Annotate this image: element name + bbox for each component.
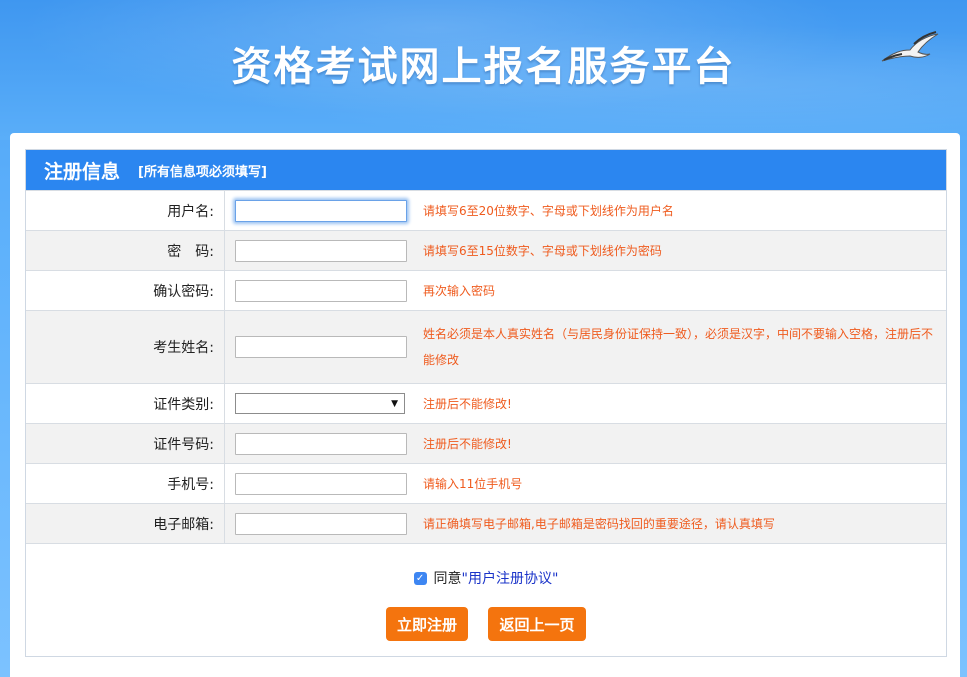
id-number-input[interactable] — [235, 432, 407, 455]
row-mobile: 手机号: 请输入11位手机号 — [26, 463, 946, 503]
form-header: 注册信息 [所有信息项必须填写] — [26, 150, 946, 190]
register-button[interactable]: 立即注册 — [386, 607, 468, 641]
mobile-hint: 请输入11位手机号 — [423, 476, 523, 491]
row-email: 电子邮箱: 请正确填写电子邮箱,电子邮箱是密码找回的重要途径，请认真填写 — [26, 503, 946, 543]
back-button[interactable]: 返回上一页 — [488, 607, 586, 641]
registration-form: 注册信息 [所有信息项必须填写] 用户名: 请填写6至20位数字、字母或下划线作… — [25, 149, 947, 657]
row-real-name: 考生姓名: 姓名必须是本人真实姓名（与居民身份证保持一致），必须是汉字，中间不要… — [26, 310, 946, 383]
seagull-icon — [881, 31, 939, 62]
chevron-down-icon: ▼ — [391, 399, 398, 409]
id-number-hint: 注册后不能修改! — [423, 436, 512, 451]
mobile-input[interactable] — [235, 472, 407, 495]
confirm-password-label: 确认密码: — [26, 271, 225, 310]
row-username: 用户名: 请填写6至20位数字、字母或下划线作为用户名 — [26, 190, 946, 230]
id-type-label: 证件类别: — [26, 384, 225, 423]
real-name-input[interactable] — [235, 336, 407, 358]
username-label: 用户名: — [26, 191, 225, 230]
row-confirm-password: 确认密码: 再次输入密码 — [26, 270, 946, 310]
row-password: 密 码: 请填写6至15位数字、字母或下划线作为密码 — [26, 230, 946, 270]
password-label: 密 码: — [26, 231, 225, 270]
user-agreement-link[interactable]: "用户注册协议" — [462, 568, 559, 588]
content-panel: 注册信息 [所有信息项必须填写] 用户名: 请填写6至20位数字、字母或下划线作… — [10, 133, 960, 677]
confirm-password-input[interactable] — [235, 279, 407, 302]
password-hint: 请填写6至15位数字、字母或下划线作为密码 — [423, 243, 662, 258]
agree-checkbox[interactable]: ✓ — [413, 571, 427, 585]
agreement-line: ✓ 同意 "用户注册协议" — [26, 568, 946, 588]
email-hint: 请正确填写电子邮箱,电子邮箱是密码找回的重要途径，请认真填写 — [423, 516, 775, 531]
password-input[interactable] — [235, 239, 407, 262]
username-input[interactable] — [235, 199, 407, 222]
username-hint: 请填写6至20位数字、字母或下划线作为用户名 — [423, 203, 674, 218]
email-label: 电子邮箱: — [26, 504, 225, 543]
real-name-hint: 姓名必须是本人真实姓名（与居民身份证保持一致），必须是汉字，中间不要输入空格，注… — [423, 327, 934, 367]
row-id-type: 证件类别: ▼ 注册后不能修改! — [26, 383, 946, 423]
agreement-section: ✓ 同意 "用户注册协议" 立即注册 返回上一页 — [26, 543, 946, 658]
real-name-label: 考生姓名: — [26, 311, 225, 383]
form-required-note: [所有信息项必须填写] — [138, 164, 267, 180]
confirm-password-hint: 再次输入密码 — [423, 283, 496, 298]
button-group: 立即注册 返回上一页 — [26, 607, 946, 641]
mobile-label: 手机号: — [26, 464, 225, 503]
id-number-label: 证件号码: — [26, 424, 225, 463]
row-id-number: 证件号码: 注册后不能修改! — [26, 423, 946, 463]
form-title: 注册信息 — [44, 160, 121, 183]
site-title: 资格考试网上报名服务平台 — [231, 44, 736, 90]
id-type-hint: 注册后不能修改! — [423, 396, 512, 411]
agree-prefix: 同意 — [433, 571, 462, 587]
email-input[interactable] — [235, 512, 407, 535]
id-type-select[interactable]: ▼ — [235, 393, 405, 414]
